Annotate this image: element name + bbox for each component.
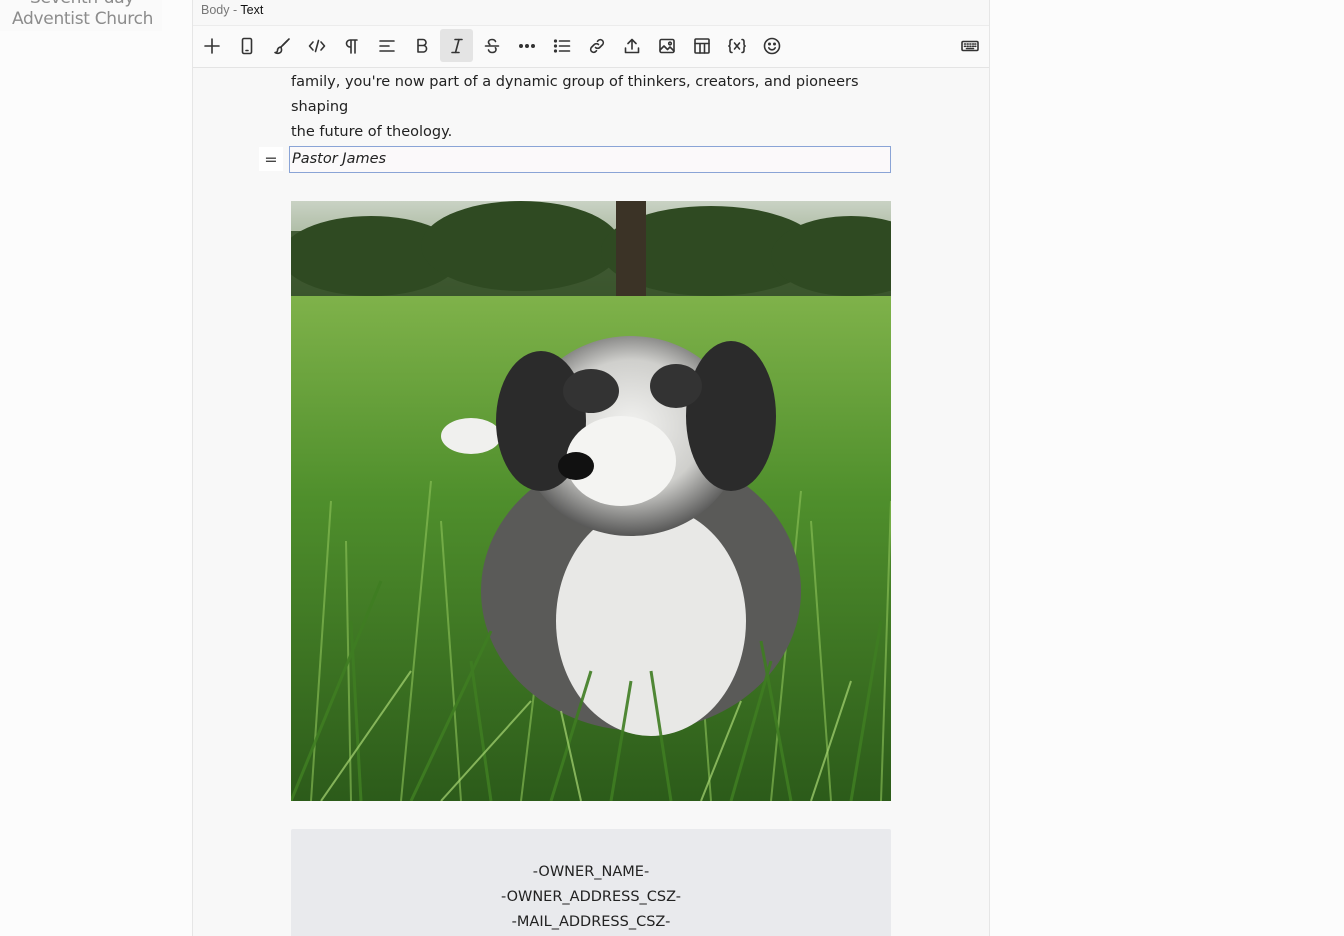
code-button[interactable] bbox=[300, 29, 333, 62]
image-icon bbox=[658, 38, 675, 53]
ellipsis-icon bbox=[518, 43, 535, 48]
address-block[interactable]: -OWNER_NAME- -OWNER_ADDRESS_CSZ- -MAIL_A… bbox=[291, 829, 891, 936]
owner-name-token: -OWNER_NAME- bbox=[532, 864, 650, 880]
image-button[interactable] bbox=[650, 29, 683, 62]
mobile-preview-button[interactable] bbox=[230, 29, 263, 62]
list-button[interactable] bbox=[545, 29, 578, 62]
editor-panel: Body - Text family, you're now part of a… bbox=[192, 0, 990, 936]
align-button[interactable] bbox=[370, 29, 403, 62]
strikethrough-icon bbox=[484, 38, 499, 53]
more-button[interactable] bbox=[510, 29, 543, 62]
editor-toolbar bbox=[193, 25, 989, 68]
bold-icon bbox=[416, 38, 427, 53]
brush-icon bbox=[273, 37, 290, 54]
variable-icon bbox=[727, 38, 746, 53]
breadcrumb-current: Text bbox=[240, 3, 264, 17]
breadcrumb-separator: - bbox=[232, 3, 238, 17]
table-icon bbox=[693, 37, 710, 54]
paragraph-line-2: the future of theology. bbox=[291, 124, 453, 140]
editor-canvas[interactable]: family, you're now part of a dynamic gro… bbox=[193, 67, 989, 936]
list-icon bbox=[553, 38, 570, 53]
strikethrough-button[interactable] bbox=[475, 29, 508, 62]
church-logo: Seventh-day Adventist Church bbox=[0, 0, 162, 31]
table-button[interactable] bbox=[685, 29, 718, 62]
variable-button[interactable] bbox=[720, 29, 753, 62]
mail-address-token: -MAIL_ADDRESS_CSZ- bbox=[511, 914, 671, 930]
link-button[interactable] bbox=[580, 29, 613, 62]
paragraph-line-1: family, you're now part of a dynamic gro… bbox=[291, 74, 859, 115]
puppy-image[interactable] bbox=[291, 201, 891, 801]
plus-icon bbox=[203, 37, 220, 54]
owner-address-token: -OWNER_ADDRESS_CSZ- bbox=[500, 889, 682, 905]
puppy-in-grass-picture bbox=[291, 201, 891, 801]
italic-icon bbox=[450, 38, 463, 53]
signature-text-block[interactable]: Pastor James bbox=[289, 146, 891, 173]
paragraph-button[interactable] bbox=[335, 29, 368, 62]
bold-button[interactable] bbox=[405, 29, 438, 62]
emoji-icon bbox=[763, 37, 780, 54]
keyboard-icon bbox=[960, 40, 979, 51]
italic-button[interactable] bbox=[440, 29, 473, 62]
style-brush-button[interactable] bbox=[265, 29, 298, 62]
body-paragraph[interactable]: family, you're now part of a dynamic gro… bbox=[291, 70, 891, 145]
upload-button[interactable] bbox=[615, 29, 648, 62]
breadcrumb: Body - Text bbox=[201, 3, 263, 17]
upload-icon bbox=[624, 38, 639, 53]
align-left-icon bbox=[378, 39, 395, 52]
logo-line-1: Seventh-day bbox=[30, 0, 134, 8]
code-icon bbox=[308, 39, 325, 52]
breadcrumb-parent[interactable]: Body bbox=[201, 3, 230, 17]
add-block-button[interactable] bbox=[195, 29, 228, 62]
keyboard-button[interactable] bbox=[953, 29, 986, 62]
mobile-icon bbox=[241, 37, 252, 54]
drag-handle[interactable]: = bbox=[259, 147, 283, 171]
logo-line-2: Adventist Church bbox=[12, 9, 154, 29]
link-icon bbox=[589, 38, 604, 53]
emoji-button[interactable] bbox=[755, 29, 788, 62]
pilcrow-icon bbox=[345, 38, 358, 54]
